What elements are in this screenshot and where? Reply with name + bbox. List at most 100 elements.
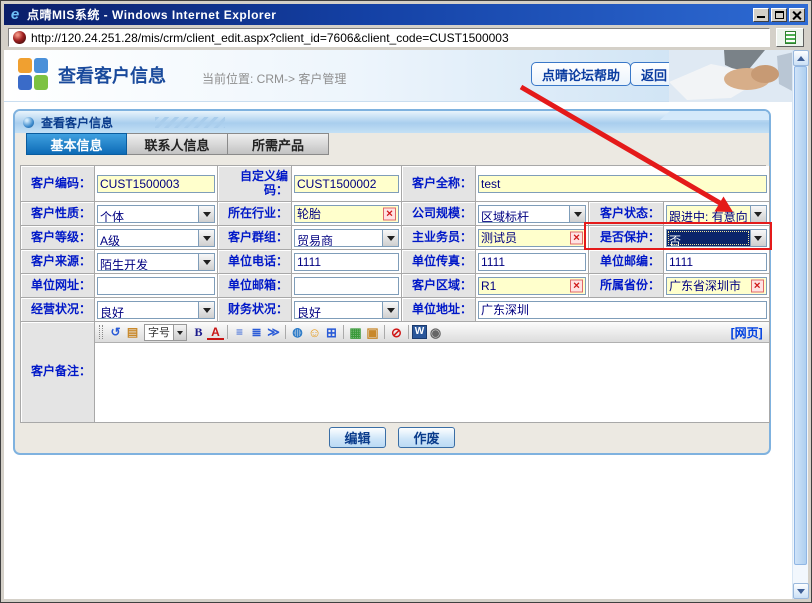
- close-button[interactable]: [789, 8, 805, 22]
- chevron-down-icon: [382, 302, 398, 318]
- scroll-up-button[interactable]: [793, 50, 809, 66]
- font-color-icon[interactable]: A: [207, 327, 224, 340]
- remark-textarea[interactable]: [95, 343, 769, 422]
- full-name-input[interactable]: [478, 175, 767, 193]
- url-text: http://120.24.251.28/mis/crm/client_edit…: [31, 31, 509, 45]
- field-label-full-name: 客户全称：: [402, 166, 476, 202]
- grade-select[interactable]: A级: [97, 229, 215, 247]
- field-cell-group: 贸易商: [292, 226, 402, 250]
- field-cell-industry: ✕: [292, 202, 402, 226]
- insert-table-icon[interactable]: ⊞: [323, 324, 340, 340]
- tab-basic-info[interactable]: 基本信息: [26, 133, 127, 155]
- group-select[interactable]: 贸易商: [294, 229, 399, 247]
- page-icon: [785, 31, 796, 44]
- preview-eye-icon[interactable]: ◉: [427, 324, 444, 340]
- page-title: 查看客户信息: [58, 62, 166, 88]
- tab-contact-info[interactable]: 联系人信息: [127, 133, 228, 155]
- toolbar-separator: [384, 325, 385, 339]
- go-page-button[interactable]: [776, 28, 804, 47]
- phone-input[interactable]: [294, 253, 399, 271]
- field-label-region: 客户区域：: [402, 274, 476, 298]
- field-cell-custom-code: [292, 166, 402, 202]
- operating-select-value: 良好: [98, 302, 198, 318]
- field-label-industry: 所在行业：: [218, 202, 292, 226]
- field-label-code: 客户编码：: [21, 166, 95, 202]
- custom-code-input[interactable]: [294, 175, 399, 193]
- tab-required-products[interactable]: 所需产品: [228, 133, 329, 155]
- paste-icon[interactable]: ▤: [124, 324, 141, 340]
- ordered-list-icon[interactable]: ≣: [248, 324, 265, 340]
- protect-select[interactable]: 否: [666, 229, 767, 247]
- close-icon: [792, 10, 802, 20]
- field-cell-province: ✕: [664, 274, 770, 298]
- hyperlink-globe-icon[interactable]: ◍: [289, 324, 306, 340]
- toolbar-separator: [227, 325, 228, 339]
- undo-icon[interactable]: ↺: [107, 324, 124, 340]
- void-button[interactable]: 作废: [398, 427, 455, 448]
- code-input[interactable]: [97, 175, 215, 193]
- clear-province-icon[interactable]: ✕: [751, 279, 764, 292]
- scale-select[interactable]: 区域标杆: [478, 205, 586, 223]
- field-cell-phone: [292, 250, 402, 274]
- website-input[interactable]: [97, 277, 215, 295]
- source-select-value: 陌生开发: [98, 254, 198, 270]
- status-select[interactable]: 跟进中: 有意向: [666, 205, 767, 223]
- panel-header: 查看客户信息: [15, 111, 769, 133]
- address-input[interactable]: [478, 301, 767, 319]
- edit-button[interactable]: 编辑: [329, 427, 386, 448]
- maximize-button[interactable]: [771, 8, 787, 22]
- clear-region-icon[interactable]: ✕: [570, 279, 583, 292]
- scrollbar-thumb[interactable]: [794, 66, 807, 565]
- chevron-down-icon: [198, 206, 214, 222]
- minimize-icon: [757, 10, 765, 18]
- protect-select-value: 否: [667, 230, 750, 246]
- url-field[interactable]: http://120.24.251.28/mis/crm/client_edit…: [8, 28, 770, 47]
- font-size-select[interactable]: 字号: [144, 324, 187, 341]
- field-cell-operating: 良好: [95, 298, 218, 322]
- scroll-down-button[interactable]: [793, 583, 809, 599]
- field-cell-region: ✕: [476, 274, 589, 298]
- financial-select[interactable]: 良好: [294, 301, 399, 319]
- field-cell-protect: 否: [664, 226, 770, 250]
- scale-select-value: 区域标杆: [479, 206, 569, 222]
- maximize-icon: [775, 11, 784, 19]
- clear-salesman-icon[interactable]: ✕: [570, 231, 583, 244]
- field-label-group: 客户群组：: [218, 226, 292, 250]
- font-size-label: 字号: [145, 324, 173, 340]
- zip-input[interactable]: [666, 253, 767, 271]
- breadcrumb: 当前位置: CRM-> 客户管理: [202, 70, 346, 87]
- nature-select[interactable]: 个体: [97, 205, 215, 223]
- handshake-image: [669, 50, 794, 102]
- chevron-down-icon: [198, 230, 214, 246]
- app-logo-icon: [18, 58, 50, 92]
- insert-image-icon[interactable]: ▦: [347, 324, 364, 340]
- clear-industry-icon[interactable]: ✕: [383, 207, 396, 220]
- save-html-icon[interactable]: ▣: [364, 324, 381, 340]
- field-label-nature: 客户性质：: [21, 202, 95, 226]
- grade-select-value: A级: [98, 230, 198, 246]
- source-select[interactable]: 陌生开发: [97, 253, 215, 271]
- fax-input[interactable]: [478, 253, 586, 271]
- align-icon[interactable]: ≡: [231, 324, 248, 340]
- toolbar-handle: [99, 325, 103, 339]
- field-cell-website: [95, 274, 218, 298]
- stop-icon[interactable]: ⊘: [388, 324, 405, 340]
- field-label-phone: 单位电话：: [218, 250, 292, 274]
- field-label-grade: 客户等级：: [21, 226, 95, 250]
- operating-select[interactable]: 良好: [97, 301, 215, 319]
- chevron-down-icon: [750, 206, 766, 222]
- field-cell-code: [95, 166, 218, 202]
- vertical-scrollbar[interactable]: [792, 50, 808, 599]
- field-cell-scale: 区域标杆: [476, 202, 589, 226]
- chevron-down-icon: [198, 254, 214, 270]
- page-mode-link[interactable]: [网页]: [731, 324, 765, 341]
- email-input[interactable]: [294, 277, 399, 295]
- word-import-icon[interactable]: W: [412, 325, 427, 339]
- field-label-source: 客户来源：: [21, 250, 95, 274]
- field-cell-source: 陌生开发: [95, 250, 218, 274]
- smiley-icon[interactable]: ☺: [306, 324, 323, 340]
- bold-icon[interactable]: B: [190, 324, 207, 340]
- minimize-button[interactable]: [753, 8, 769, 22]
- indent-icon[interactable]: ≫: [265, 324, 282, 340]
- forum-help-button[interactable]: 点晴论坛帮助: [531, 62, 631, 86]
